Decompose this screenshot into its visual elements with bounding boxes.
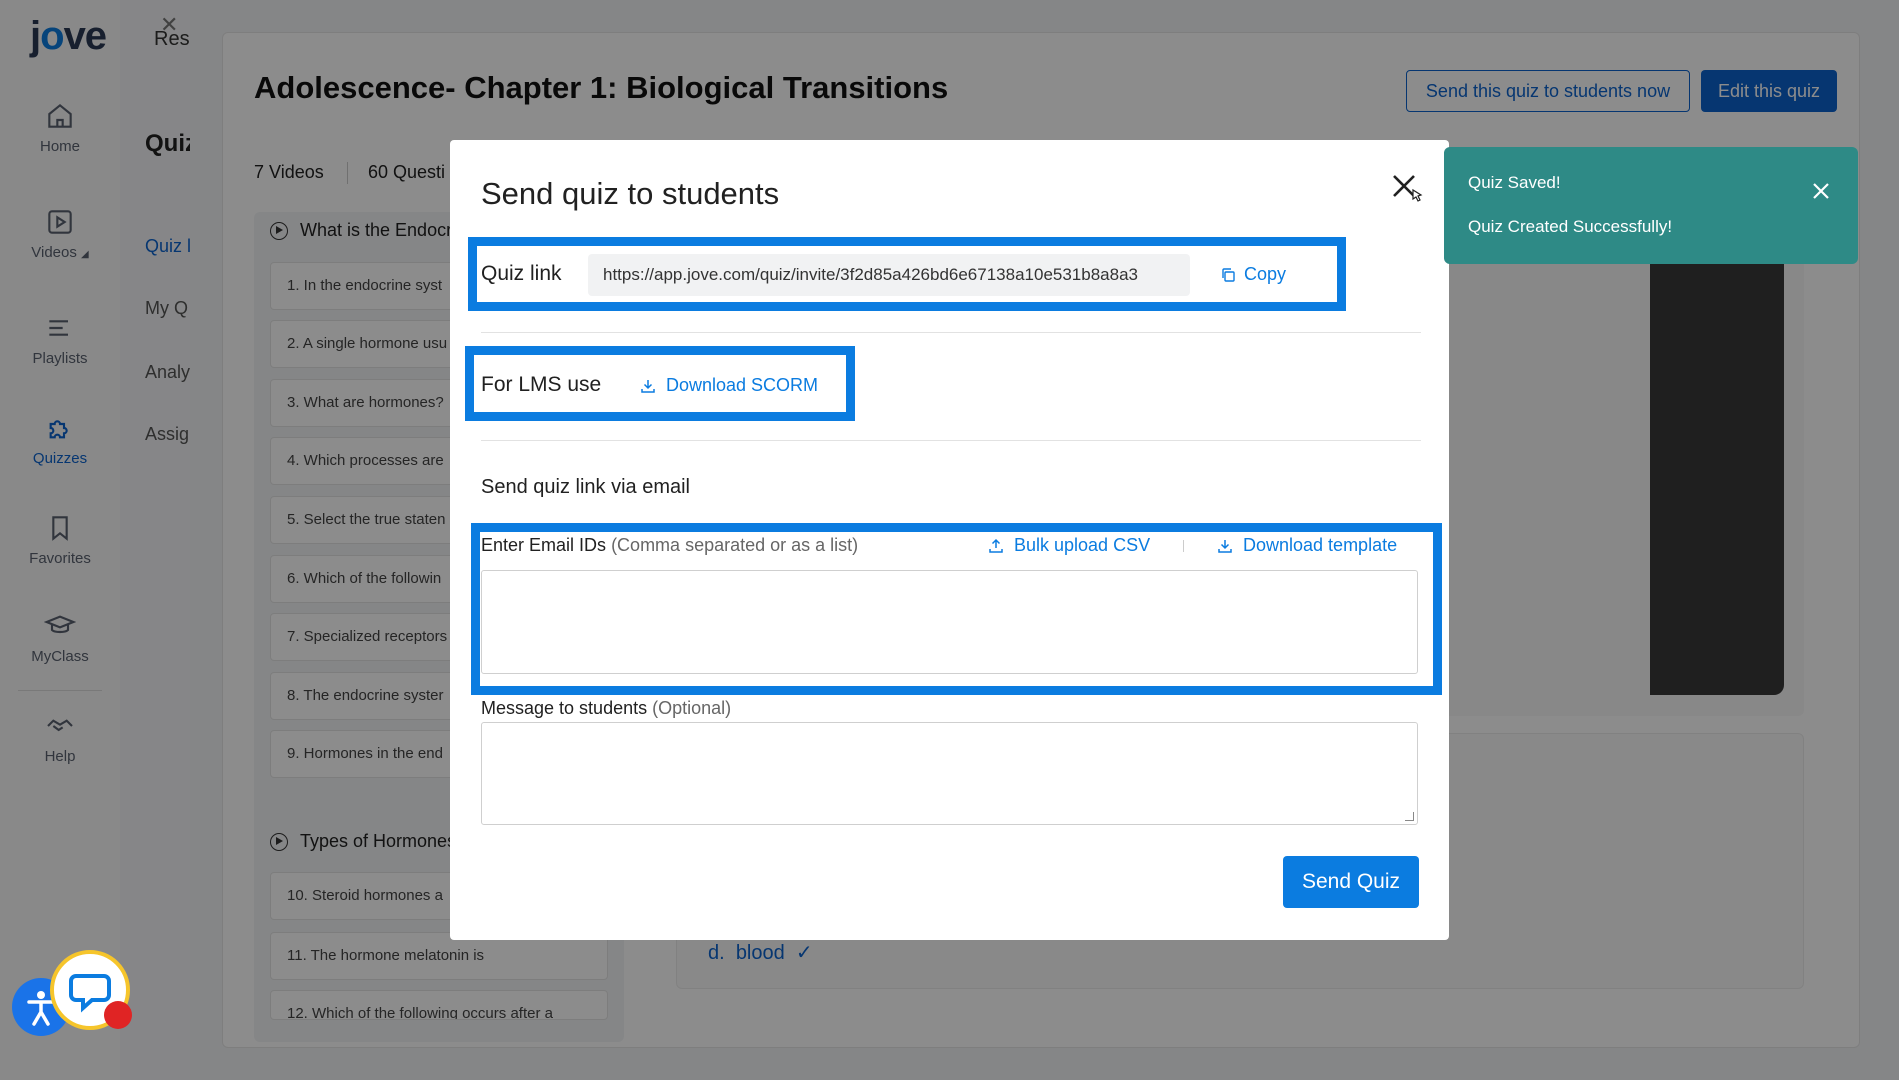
download-scorm-label: Download SCORM — [666, 375, 819, 395]
divider — [481, 332, 1421, 333]
toast-title: Quiz Saved! — [1468, 173, 1561, 192]
email-label: Enter Email IDs — [481, 535, 607, 555]
lms-label: For LMS use — [481, 373, 602, 396]
bulk-upload-label: Bulk upload CSV — [1014, 535, 1151, 555]
copy-label: Copy — [1244, 264, 1287, 284]
bulk-upload-csv-button[interactable]: Bulk upload CSV — [988, 535, 1150, 556]
email-field-label: Enter Email IDs (Comma separated or as a… — [481, 535, 858, 556]
close-icon[interactable] — [1388, 170, 1424, 206]
send-quiz-button[interactable]: Send Quiz — [1283, 856, 1419, 908]
quiz-link-label: Quiz link — [481, 262, 562, 285]
message-field-label: Message to students (Optional) — [481, 698, 731, 719]
email-hint: (Comma separated or as a list) — [611, 535, 859, 555]
copy-icon — [1222, 267, 1235, 282]
message-hint: (Optional) — [652, 698, 732, 718]
modal-title: Send quiz to students — [481, 176, 780, 211]
download-template-button[interactable]: Download template — [1217, 535, 1397, 556]
upload-icon — [989, 538, 1003, 553]
download-icon — [1218, 539, 1232, 553]
quiz-link-field[interactable]: https://app.jove.com/quiz/invite/3f2d85a… — [588, 254, 1190, 296]
divider — [481, 440, 1421, 441]
resize-handle-icon[interactable] — [1405, 812, 1414, 821]
email-input[interactable] — [481, 570, 1418, 674]
message-input[interactable] — [481, 722, 1418, 825]
toast-message: Quiz Created Successfully! — [1468, 217, 1673, 236]
email-section-title: Send quiz link via email — [481, 476, 690, 498]
close-icon[interactable] — [1811, 181, 1831, 201]
download-template-label: Download template — [1243, 535, 1398, 555]
notification-dot — [104, 1001, 132, 1029]
message-label: Message to students — [481, 698, 648, 718]
download-scorm-button[interactable]: Download SCORM — [640, 375, 818, 396]
download-icon — [641, 379, 655, 393]
toast-notification: Quiz Saved! Quiz Created Successfully! — [1444, 147, 1858, 264]
action-divider — [1183, 540, 1184, 552]
copy-button[interactable]: Copy — [1220, 264, 1286, 285]
